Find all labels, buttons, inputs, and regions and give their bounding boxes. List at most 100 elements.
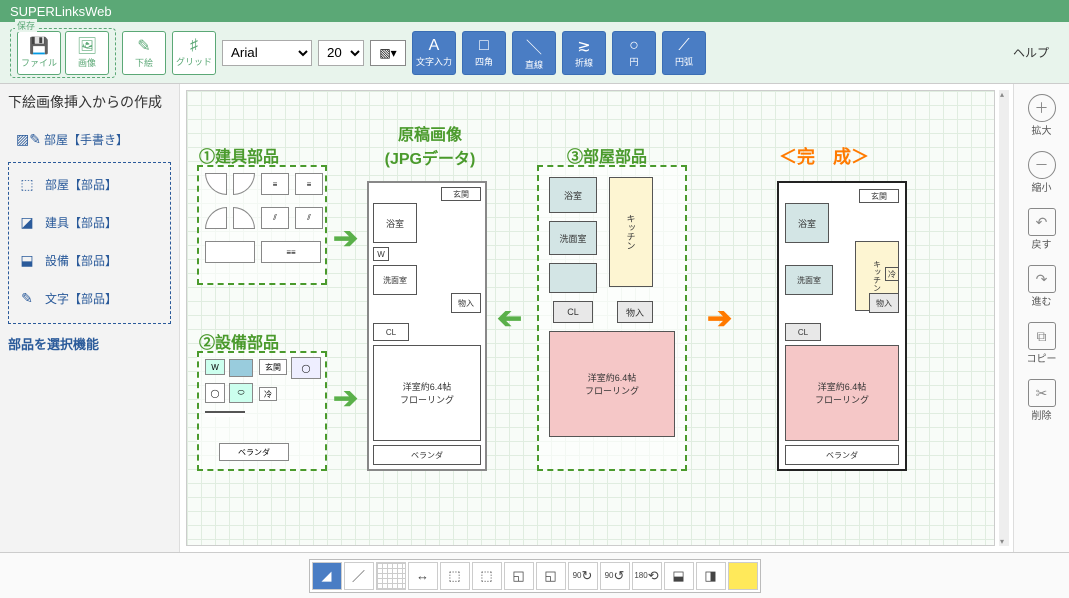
sidebar-item-fixture-parts[interactable]: ◪ 建具【部品】 [9, 205, 170, 239]
door-arc4-icon[interactable] [233, 207, 255, 229]
color-button[interactable] [728, 562, 758, 590]
pattern-select[interactable]: ▧▾ [370, 40, 406, 66]
circle-icon: ○ [629, 37, 639, 55]
room-palette: 浴室 キッチン 洗面室 CL 物入 洋室約6.4帖 フローリング [537, 165, 687, 471]
washer-icon[interactable]: W [205, 359, 225, 375]
sidebar-footer-label: 部品を選択機能 [8, 334, 171, 353]
rotate-90a-button[interactable]: 90↻ [568, 562, 598, 590]
arc-tool-button[interactable]: ⟋ 円弧 [662, 31, 706, 75]
room-bath: 浴室 [373, 203, 417, 243]
app-title: SUPERLinksWeb [10, 4, 112, 19]
flip-h-button[interactable]: ◨ [696, 562, 726, 590]
save-group: 保存 💾 ファイル 🖼 画像 [10, 28, 116, 78]
flip-v-button[interactable]: ⬓ [664, 562, 694, 590]
door-arc3-icon[interactable] [205, 207, 227, 229]
text-icon: A [429, 37, 440, 55]
rotate-90b-button[interactable]: 90↺ [600, 562, 630, 590]
equipment-icon: ⬓ [17, 252, 37, 269]
line-tool-button[interactable]: ＼ 直線 [512, 31, 556, 75]
room-icon: ⬚ [17, 176, 37, 193]
comp-washroom: 洗面室 [785, 265, 833, 295]
rail-icon[interactable] [205, 411, 245, 417]
sidebar-parts-group: ⬚ 部屋【部品】 ◪ 建具【部品】 ⬓ 設備【部品】 ✎ 文字【部品】 [8, 162, 171, 324]
line-edit-icon: ／ [352, 566, 365, 585]
layer-back-button[interactable]: ⬚ [440, 562, 470, 590]
entrance-text-icon[interactable]: 玄関 [259, 359, 287, 375]
rect-tool-button[interactable]: □ 四角 [462, 31, 506, 75]
rotate-180-button[interactable]: 180⟲ [632, 562, 662, 590]
part-bath[interactable]: 浴室 [549, 177, 597, 213]
line-edit-button[interactable]: ／ [344, 562, 374, 590]
sidebar-item-room-parts[interactable]: ⬚ 部屋【部品】 [9, 167, 170, 201]
overlap-icon: ◱ [512, 568, 524, 584]
room-w: W [373, 247, 389, 261]
trace-button[interactable]: ✎ 下絵 [122, 31, 166, 75]
sliding2-icon[interactable]: ⫽ [295, 207, 323, 229]
door-arc-icon[interactable] [205, 173, 227, 195]
fontsize-select[interactable]: 20 [318, 40, 364, 66]
sink-icon[interactable] [229, 359, 253, 377]
equipment-palette: W 玄関 ◯ ◯ ⬭ 冷 ベランダ [197, 351, 327, 471]
eraser-button[interactable]: ◢ [312, 562, 342, 590]
label-complete: ＜完 成＞ [779, 143, 869, 169]
grid-button[interactable]: ♯ グリッド [172, 31, 216, 75]
file-button[interactable]: 💾 ファイル [17, 31, 61, 75]
bottom-toolbar-row: ◢ ／ ↔ ⬚ ⬚ ◱ ◱ 90↻ 90↺ 180⟲ ⬓ ◨ [309, 559, 761, 593]
comp-western: 洋室約6.4帖 フローリング [785, 345, 899, 441]
comp-storage: 物入 [869, 293, 899, 313]
window2-icon[interactable]: ≡ [295, 173, 323, 195]
hatch-icon: ▧▾ [379, 46, 396, 60]
sidebar-item-text-parts[interactable]: ✎ 文字【部品】 [9, 281, 170, 315]
arrow-left-icon: ➔ [497, 301, 522, 336]
help-link[interactable]: ヘルプ [1013, 44, 1059, 61]
toilet-icon[interactable]: ◯ [205, 383, 225, 403]
comp-bath: 浴室 [785, 203, 829, 243]
delete-button[interactable]: ✂削除 [1028, 379, 1056, 422]
fixture-palette: ≡ ≡ ⫽ ⫽ ≡≡ [197, 165, 327, 285]
save-icon: 💾 [29, 36, 49, 56]
left-sidebar: 下絵画像挿入からの作成 ▨✎ 部屋【手書き】 ⬚ 部屋【部品】 ◪ 建具【部品】… [0, 84, 180, 552]
right-sidebar: ＋拡大 －縮小 ↶戻す ↷進む ⧉コピー ✂削除 [1013, 84, 1069, 552]
circle-tool-button[interactable]: ○ 円 [612, 31, 656, 75]
balcony-text-icon[interactable]: ベランダ [219, 443, 289, 461]
fridge-icon[interactable]: 冷 [259, 387, 277, 401]
sliding-icon[interactable]: ⫽ [261, 207, 289, 229]
wide-window2-icon[interactable]: ≡≡ [261, 241, 321, 263]
door-arc2-icon[interactable] [233, 173, 255, 195]
copy-button[interactable]: ⧉コピー [1027, 322, 1057, 365]
comp-entrance: 玄関 [859, 189, 899, 203]
text-tool-button[interactable]: A 文字入力 [412, 31, 456, 75]
room-western: 洋室約6.4帖 フローリング [373, 345, 481, 441]
polyline-tool-button[interactable]: ≳ 折線 [562, 31, 606, 75]
sidebar-item-equipment-parts[interactable]: ⬓ 設備【部品】 [9, 243, 170, 277]
canvas[interactable]: ①建具部品 ≡ ≡ ⫽ ⫽ ≡≡ ②設備部品 W 玄関 ◯ ◯ [186, 90, 995, 546]
vertical-scrollbar[interactable] [999, 90, 1009, 546]
layer-front-button[interactable]: ⬚ [472, 562, 502, 590]
image-button[interactable]: 🖼 画像 [65, 31, 109, 75]
part-cl[interactable]: CL [553, 301, 593, 323]
window-icon[interactable]: ≡ [261, 173, 289, 195]
part-washroom[interactable]: 洗面室 [549, 221, 597, 255]
part-western[interactable]: 洋室約6.4帖 フローリング [549, 331, 675, 437]
original-floorplan: 浴室 玄関 W 洗面室 物入 CL 洋室約6.4帖 フローリング ベランダ [367, 181, 487, 471]
label-sec1: ①建具部品 [199, 143, 279, 167]
bathtub-icon[interactable]: ◯ [291, 357, 321, 379]
font-select[interactable]: Arial [222, 40, 312, 66]
part-storage[interactable]: 物入 [617, 301, 653, 323]
basin-icon[interactable]: ⬭ [229, 383, 253, 403]
overlap1-button[interactable]: ◱ [504, 562, 534, 590]
main-area: 下絵画像挿入からの作成 ▨✎ 部屋【手書き】 ⬚ 部屋【部品】 ◪ 建具【部品】… [0, 84, 1069, 552]
part-kitchen[interactable]: キッチン [609, 177, 653, 287]
redo-button[interactable]: ↷進む [1028, 265, 1056, 308]
grid-toggle-button[interactable] [376, 562, 406, 590]
overlap2-button[interactable]: ◱ [536, 562, 566, 590]
sidebar-item-handdraw[interactable]: ▨✎ 部屋【手書き】 [8, 122, 171, 156]
complete-floorplan: 浴室 玄関 キッチン 冷 洗面室 物入 CL 洋室約6.4帖 フローリング ベラ… [777, 181, 907, 471]
zoom-out-button[interactable]: －縮小 [1028, 151, 1056, 194]
part-empty[interactable] [549, 263, 597, 293]
zoom-in-button[interactable]: ＋拡大 [1028, 94, 1056, 137]
label-sec2: ②設備部品 [199, 329, 279, 353]
undo-button[interactable]: ↶戻す [1028, 208, 1056, 251]
wide-window-icon[interactable] [205, 241, 255, 263]
resize-h-button[interactable]: ↔ [408, 562, 438, 590]
